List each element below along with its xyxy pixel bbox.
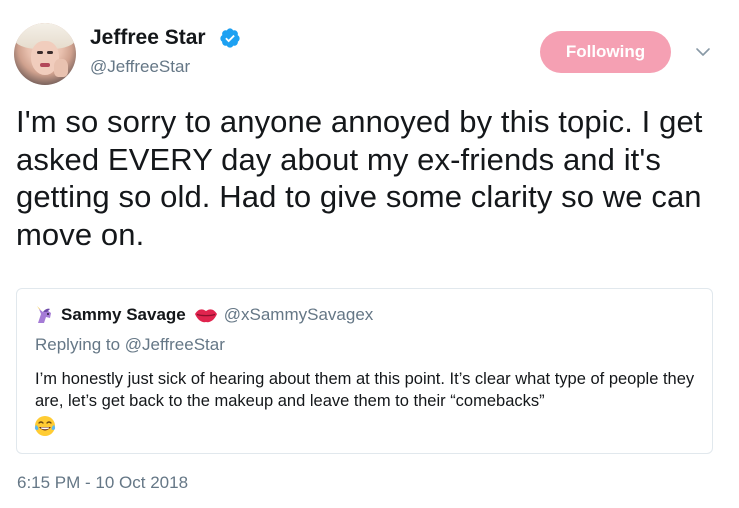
tweet-text: I'm so sorry to anyone annoyed by this t…: [16, 104, 703, 252]
quoted-author-name[interactable]: Sammy Savage: [61, 305, 186, 325]
lips-icon: [194, 309, 217, 323]
unicorn-icon: [37, 306, 51, 323]
avatar-lips: [40, 63, 50, 67]
author-handle[interactable]: @JeffreeStar: [90, 57, 190, 77]
replying-to-mention[interactable]: @JeffreeStar: [125, 335, 225, 354]
replying-label: Replying to: [35, 335, 121, 354]
quoted-tweet-card[interactable]: Sammy Savage @xSammySavagex Replying to …: [16, 288, 713, 454]
tears-of-joy-icon: [34, 416, 56, 436]
replying-to: Replying to @JeffreeStar: [35, 335, 225, 355]
quoted-tweet-text: I’m honestly just sick of hearing about …: [35, 370, 695, 410]
avatar-eye: [37, 51, 43, 54]
quoted-author-handle[interactable]: @xSammySavagex: [224, 305, 374, 325]
author-avatar[interactable]: [14, 23, 76, 85]
avatar-eye: [47, 51, 53, 54]
quoted-tweet-header: Sammy Savage @xSammySavagex: [35, 305, 373, 325]
following-button[interactable]: Following: [540, 31, 671, 73]
verified-badge-icon: [220, 28, 240, 48]
avatar-hand: [54, 59, 68, 77]
tweet-timestamp[interactable]: 6:15 PM - 10 Oct 2018: [17, 473, 188, 493]
author-display-name[interactable]: Jeffree Star: [90, 26, 206, 50]
chevron-down-icon[interactable]: [695, 44, 711, 60]
